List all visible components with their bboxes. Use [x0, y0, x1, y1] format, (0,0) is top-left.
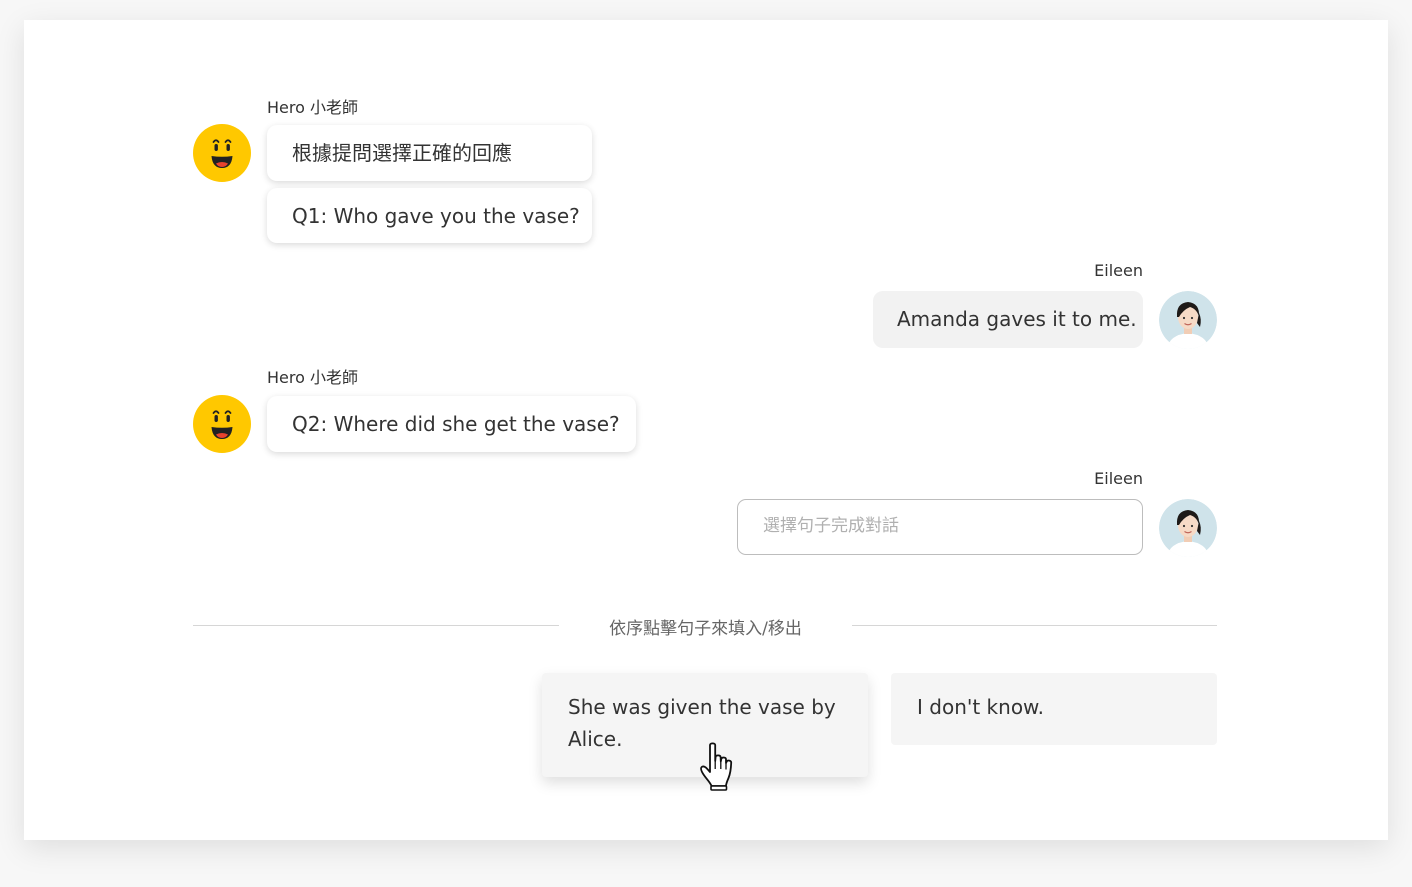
user-photo-avatar-icon [1159, 291, 1217, 349]
bot-name-label: Hero 小老師 [267, 98, 358, 117]
bot-avatar [193, 124, 251, 182]
bot-instruction-bubble: 根據提問選擇正確的回應 [267, 125, 592, 181]
bot-name-label: Hero 小老師 [267, 368, 358, 387]
user-avatar [1159, 291, 1217, 349]
bot-question-2-bubble: Q2: Where did she get the vase? [267, 396, 636, 452]
user-name-label: Eileen [1094, 469, 1143, 488]
user-name-label: Eileen [1094, 261, 1143, 280]
divider-line-right [852, 625, 1217, 626]
smiley-face-icon [193, 395, 251, 453]
answer-slot-input[interactable]: 選擇句子完成對話 [737, 499, 1143, 555]
bot-question-1-bubble: Q1: Who gave you the vase? [267, 188, 592, 243]
hand-pointer-icon [696, 741, 740, 791]
smiley-face-icon [193, 124, 251, 182]
option-card[interactable]: I don't know. [891, 673, 1217, 745]
bot-avatar [193, 395, 251, 453]
user-avatar [1159, 499, 1217, 557]
user-answer-1-bubble: Amanda gaves it to me. [873, 291, 1143, 348]
divider-line-left [193, 625, 559, 626]
user-photo-avatar-icon [1159, 499, 1217, 557]
options-instruction-label: 依序點擊句子來填入/移出 [609, 619, 802, 639]
